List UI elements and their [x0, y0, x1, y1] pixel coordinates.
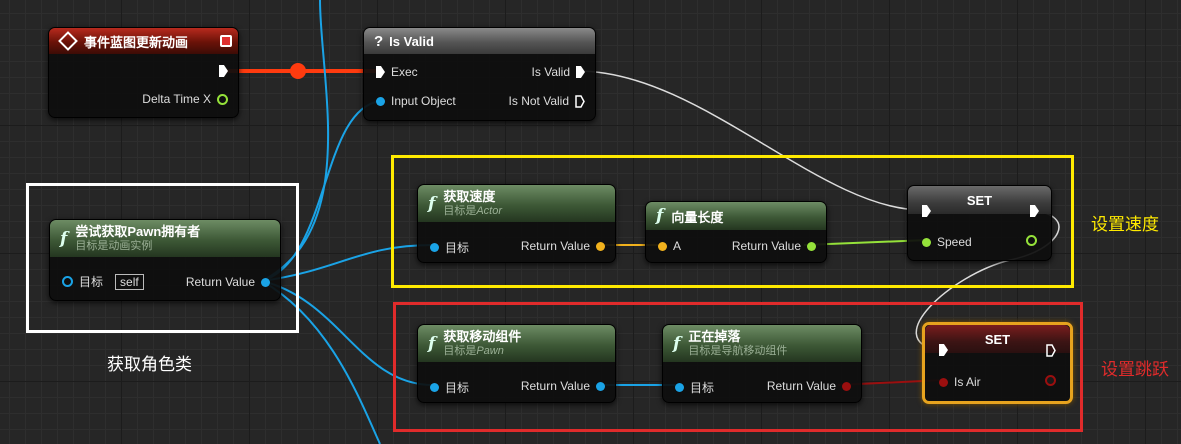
is-not-valid-label: Is Not Valid: [508, 94, 569, 108]
event-exec-out-row: [219, 65, 228, 77]
event-node-header: 事件蓝图更新动画: [49, 28, 238, 54]
comment-box-set-jump[interactable]: [393, 302, 1083, 432]
exec-label: Exec: [391, 65, 418, 79]
event-close-icon[interactable]: [220, 35, 232, 47]
isvalid-title: Is Valid: [389, 33, 434, 49]
isvalid-node[interactable]: ? Is Valid Exec Is Valid Input Object Is…: [363, 27, 596, 121]
isvalid-true-row: Is Valid: [526, 65, 585, 79]
isvalid-exec-row: Exec: [376, 65, 424, 79]
comment-box-set-speed[interactable]: [391, 155, 1074, 288]
exec-out-pin-icon[interactable]: [219, 65, 228, 77]
comment-label-get-character: 获取角色类: [107, 355, 192, 374]
is-valid-exec-pin-icon[interactable]: [576, 66, 585, 78]
is-valid-label: Is Valid: [531, 65, 570, 79]
delta-time-row: Delta Time X: [136, 92, 228, 106]
event-node-update-animation[interactable]: 事件蓝图更新动画 Delta Time X: [48, 27, 239, 118]
isvalid-header: ? Is Valid: [364, 28, 595, 54]
input-object-row: Input Object: [376, 94, 462, 108]
comment-label-set-speed: 设置速度: [1091, 215, 1159, 234]
input-object-label: Input Object: [391, 94, 456, 108]
question-icon: ?: [374, 32, 384, 50]
is-not-valid-exec-pin-icon[interactable]: [575, 94, 585, 108]
isnotvalid-row: Is Not Valid: [503, 94, 585, 108]
comment-label-set-jump: 设置跳跃: [1101, 360, 1169, 379]
comment-box-get-character[interactable]: [26, 183, 299, 333]
exec-in-pin-icon[interactable]: [376, 66, 385, 78]
exec-wire-reroute-knot: [290, 63, 306, 79]
input-object-pin-icon[interactable]: [376, 96, 385, 106]
delta-time-label: Delta Time X: [142, 92, 211, 106]
event-node-title: 事件蓝图更新动画: [84, 34, 189, 50]
delta-time-pin-icon[interactable]: [217, 93, 228, 105]
event-diamond-icon: [58, 31, 78, 51]
